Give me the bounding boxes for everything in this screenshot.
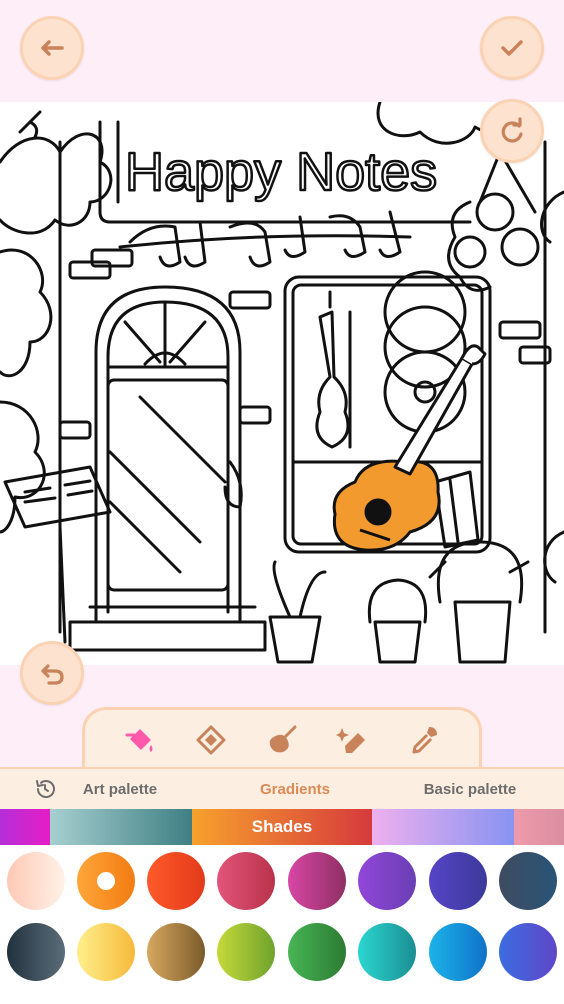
books <box>433 470 480 549</box>
pattern-fill-tool[interactable] <box>191 720 231 760</box>
bucket-fill-tool[interactable] <box>120 720 160 760</box>
tree-left <box>0 132 113 235</box>
done-button[interactable] <box>480 16 544 80</box>
diamond-fill-icon <box>196 725 226 754</box>
eyedropper-tool[interactable] <box>404 720 444 760</box>
swatch-grid <box>0 845 564 1004</box>
door <box>94 285 242 624</box>
color-swatch[interactable] <box>147 923 205 981</box>
eyedropper-icon <box>412 726 437 753</box>
gradient-category[interactable] <box>50 809 192 845</box>
brush-tool[interactable] <box>262 720 302 760</box>
color-swatch[interactable] <box>499 852 557 910</box>
tab-gradients[interactable]: Gradients <box>210 781 380 798</box>
color-swatch[interactable] <box>7 852 65 910</box>
flower-pot <box>268 615 322 664</box>
gradient-category-shades[interactable]: Shades <box>192 809 372 845</box>
checkmark-icon <box>501 40 523 56</box>
undo-button[interactable] <box>20 641 84 705</box>
tab-art-palette[interactable]: Art palette <box>60 781 180 798</box>
gradient-category-strip: Shades <box>0 809 564 845</box>
color-swatch[interactable] <box>288 923 346 981</box>
color-swatch[interactable] <box>77 923 135 981</box>
color-swatch[interactable] <box>217 852 275 910</box>
arrow-left-icon <box>41 40 64 56</box>
color-swatch[interactable] <box>499 923 557 981</box>
undo-icon <box>41 664 64 685</box>
color-swatch[interactable] <box>147 852 205 910</box>
flower-pot <box>373 620 422 664</box>
paint-bucket-icon <box>125 728 153 752</box>
canvas-title: Happy Notes <box>125 142 437 202</box>
tab-basic-palette[interactable]: Basic palette <box>395 781 545 798</box>
gradient-category[interactable] <box>514 809 564 845</box>
flower-pot <box>453 600 512 664</box>
reset-button[interactable] <box>480 99 544 163</box>
violin <box>315 290 350 449</box>
guitar <box>332 344 487 552</box>
magic-eraser-icon <box>335 727 365 753</box>
refresh-icon <box>501 117 523 143</box>
gradient-category[interactable] <box>372 809 514 845</box>
palette-tabs: Art palette Gradients Basic palette <box>0 767 564 809</box>
building-wall <box>58 140 547 634</box>
coloring-canvas[interactable]: Happy Notes <box>0 102 564 665</box>
color-swatch[interactable] <box>7 923 65 981</box>
color-swatch[interactable] <box>358 923 416 981</box>
history-icon <box>36 780 55 798</box>
gradient-category[interactable] <box>0 809 50 845</box>
music-notes <box>128 210 402 268</box>
color-swatch-selected[interactable] <box>77 852 135 910</box>
tool-box <box>82 707 482 769</box>
color-swatch[interactable] <box>217 923 275 981</box>
back-button[interactable] <box>20 16 84 80</box>
color-swatch[interactable] <box>288 852 346 910</box>
eraser-tool[interactable] <box>333 720 373 760</box>
music-stand <box>3 465 112 644</box>
color-swatch[interactable] <box>358 852 416 910</box>
coloring-page-illustration[interactable]: Happy Notes <box>0 102 564 665</box>
selected-indicator <box>97 872 115 890</box>
gradient-category-label: Shades <box>251 817 313 836</box>
color-swatch[interactable] <box>429 852 487 910</box>
color-swatch[interactable] <box>429 923 487 981</box>
brush-icon <box>269 725 297 752</box>
